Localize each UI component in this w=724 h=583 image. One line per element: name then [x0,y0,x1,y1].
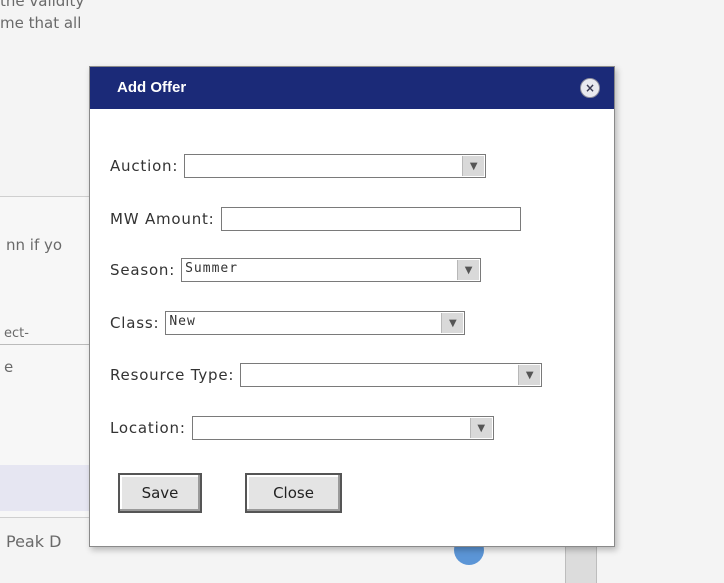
chevron-down-icon[interactable]: ▼ [462,156,485,176]
class-label: Class: [110,314,160,332]
background-select-text: ect- [4,326,29,341]
chevron-down-icon[interactable]: ▼ [469,418,492,438]
class-value: New [169,314,196,329]
resource-type-select[interactable]: ▼ [240,363,543,387]
season-select[interactable]: Summer ▼ [181,258,482,282]
background-text-line: e [4,358,14,376]
save-button[interactable]: Save [118,473,202,513]
location-select[interactable]: ▼ [191,416,494,440]
auction-select[interactable]: ▼ [184,154,487,178]
auction-label: Auction: [110,157,179,175]
dialog-title: Add Offer [117,79,187,96]
dialog-titlebar[interactable]: Add Offer × [90,67,614,109]
close-icon[interactable]: × [580,78,600,98]
mw-amount-row: MW Amount: [110,206,521,232]
season-label: Season: [110,261,176,279]
chevron-down-icon[interactable]: ▼ [441,313,464,333]
location-row: Location: ▼ [110,415,494,441]
background-text-line: Peak D [6,532,62,551]
close-button[interactable]: Close [245,473,342,513]
auction-row: Auction: ▼ [110,153,487,179]
background-text-line: nn if yo [6,236,63,254]
season-row: Season: Summer ▼ [110,257,482,283]
season-value: Summer [185,261,239,276]
mw-amount-input[interactable] [220,207,521,231]
add-offer-dialog: Add Offer × Auction: ▼ MW Amount: Season… [89,66,615,547]
background-text-line: me that all [0,14,82,32]
class-select[interactable]: New ▼ [165,311,466,335]
class-row: Class: New ▼ [110,310,466,336]
chevron-down-icon[interactable]: ▼ [457,260,480,280]
location-label: Location: [110,419,186,437]
chevron-down-icon[interactable]: ▼ [518,365,541,385]
resource-type-label: Resource Type: [110,366,235,384]
mw-amount-label: MW Amount: [110,210,215,228]
background-text-line: the validity [0,0,85,10]
resource-type-row: Resource Type: ▼ [110,362,543,388]
